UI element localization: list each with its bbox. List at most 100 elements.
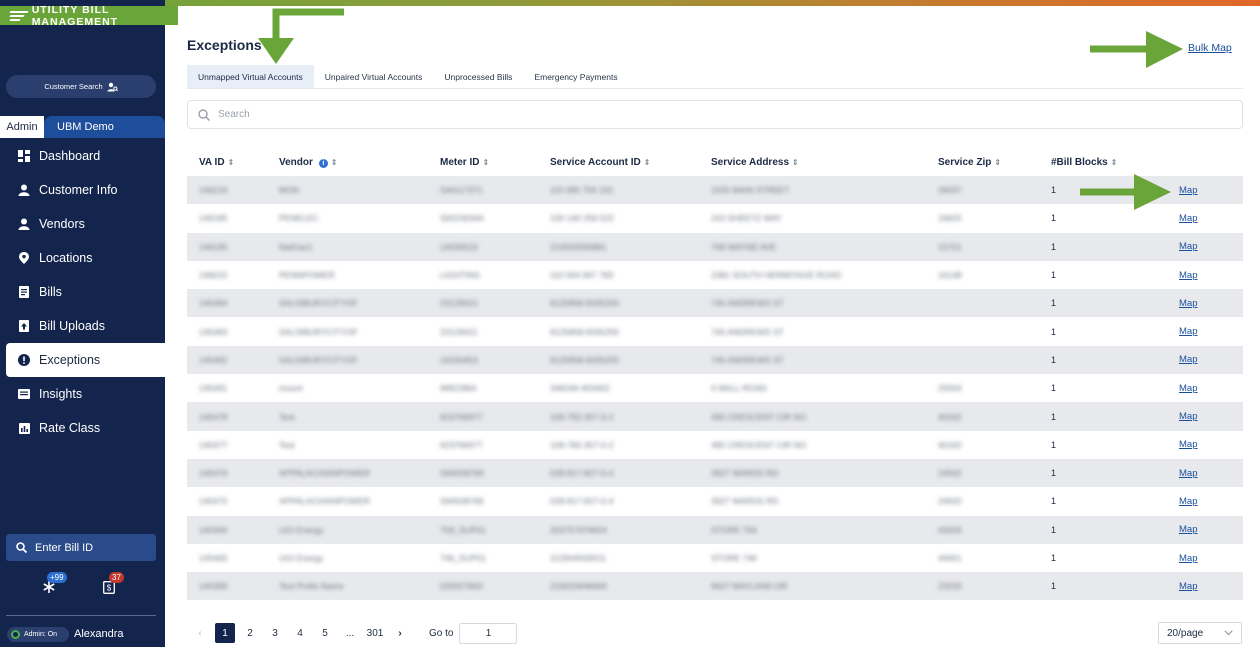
annotation-arrow-tabs-icon [258, 8, 344, 64]
va-id-cell: 146195 [199, 241, 228, 252]
sort-icon: ⇕ [1110, 157, 1118, 167]
bills-badge-count: 37 [109, 572, 124, 583]
va-id-cell: 145406 [199, 524, 228, 535]
meter-id-cell: 746_SUP01 [440, 553, 486, 563]
service-account-id-cell: 028-917-827-0-4 [550, 468, 614, 479]
action-cell: Map [1167, 204, 1243, 232]
sidebar-item-bill-uploads[interactable]: Bill Uploads [0, 309, 165, 343]
exclamation-icon [18, 354, 30, 366]
column-header-service-zip[interactable]: Service Zip ⇕ [926, 148, 1039, 176]
customer-search-button[interactable]: Customer Search [6, 75, 156, 98]
page-5-button[interactable]: 5 [315, 623, 335, 643]
bills-notification[interactable]: $ 37 [100, 572, 124, 596]
map-link[interactable]: Map [1179, 553, 1197, 564]
sidebar-item-label: Exceptions [39, 353, 101, 367]
map-link[interactable]: Map [1179, 524, 1197, 535]
bill-blocks-cell: 1 [1051, 411, 1057, 422]
meter-id-cell: LIGHTING [440, 270, 481, 281]
brand-logo-icon [9, 10, 29, 21]
map-link[interactable]: Map [1179, 241, 1197, 252]
page-1-button[interactable]: 1 [215, 623, 235, 643]
sidebar-item-dashboard[interactable]: Dashboard [0, 139, 165, 173]
service-address-cell: 3927 WARDS RD [711, 496, 779, 507]
service-account-id-cell: 9125858-9335255 [550, 354, 620, 365]
sidebar-item-label: Customer Info [39, 183, 118, 197]
va-id-cell: 145475 [199, 496, 228, 507]
meter-id-cell: S44117371 [440, 185, 483, 196]
sidebar-item-label: Bills [39, 285, 62, 299]
page-ellipsis[interactable]: ... [340, 623, 360, 643]
bill-blocks-cell: 1 [1051, 270, 1057, 281]
goto-page-input[interactable] [459, 622, 518, 644]
search-input[interactable] [218, 109, 1118, 120]
tab-admin[interactable]: Admin [0, 116, 44, 138]
va-id-cell: 145476 [199, 468, 228, 479]
vendor-cell: SALISBURYCITYOF [279, 298, 358, 309]
service-account-id-cell: 028-917-827-0-4 [550, 496, 614, 507]
page-2-button[interactable]: 2 [240, 623, 260, 643]
service-address-cell: 495 CRESCENT CIR NO [711, 411, 807, 422]
tab-unmapped-virtual-accounts[interactable]: Unmapped Virtual Accounts [187, 65, 314, 88]
bill-blocks-cell: 1 [1051, 553, 1057, 563]
meter-id-cell: S94508769 [440, 496, 484, 507]
map-link[interactable]: Map [1179, 185, 1197, 196]
map-link[interactable]: Map [1179, 411, 1197, 422]
service-account-id-cell: 100 140 259 522 [550, 213, 614, 224]
table-row: 145406 UGI Energy 759_SUP01 203757976654 STO… [187, 515, 1243, 544]
page-last-button[interactable]: 301 [365, 623, 385, 643]
vendor-cell: MON [279, 185, 299, 196]
map-link[interactable]: Map [1179, 354, 1197, 365]
asterisk-notification[interactable]: +99 [38, 572, 67, 596]
column-header-va-id[interactable]: VA ID ⇕ [187, 148, 267, 176]
page-4-button[interactable]: 4 [290, 623, 310, 643]
map-link[interactable]: Map [1179, 581, 1197, 592]
map-link[interactable]: Map [1179, 270, 1197, 281]
map-link[interactable]: Map [1179, 468, 1197, 479]
action-cell: Map [1167, 572, 1243, 600]
sidebar-item-insights[interactable]: Insights [0, 377, 165, 411]
notification-badges: +99 $ 37 [0, 572, 165, 600]
service-account-id-cell: 110 085 704 102 [550, 185, 614, 196]
admin-mode-toggle[interactable]: Admin: On [7, 627, 69, 642]
table-row: 146195 PENELEC S00230344 100 140 259 522 243… [187, 204, 1243, 233]
column-header-bill-blocks[interactable]: #Bill Blocks ⇕ [1039, 148, 1167, 176]
action-cell: Map [1167, 261, 1243, 289]
bill-blocks-cell: 1 [1051, 326, 1057, 337]
table-body: 146219 MON S44117371 110 085 704 102 1025 MA… [187, 176, 1243, 601]
page-size-select[interactable]: 20/page [1158, 622, 1242, 644]
column-header-service-address[interactable]: Service Address ⇕ [699, 148, 926, 176]
sidebar-item-locations[interactable]: Locations [0, 241, 165, 275]
tab-unpaired-virtual-accounts[interactable]: Unpaired Virtual Accounts [314, 65, 434, 88]
column-header-vendor[interactable]: Vendor i ⇕ [267, 148, 428, 176]
action-cell: Map [1167, 402, 1243, 430]
bulk-map-link[interactable]: Bulk Map [1188, 42, 1232, 54]
next-page-button[interactable]: › [390, 623, 410, 643]
info-icon[interactable]: i [318, 158, 328, 168]
insights-icon [18, 388, 30, 400]
map-link[interactable]: Map [1179, 298, 1197, 309]
bill-blocks-cell: 1 [1051, 439, 1057, 450]
va-id-cell: 146195 [199, 213, 228, 224]
top-accent-bar [0, 0, 1260, 6]
map-link[interactable]: Map [1179, 326, 1197, 337]
sidebar-item-vendors[interactable]: Vendors [0, 207, 165, 241]
bill-id-search-input[interactable]: Enter Bill ID [6, 534, 156, 561]
tab-unprocessed-bills[interactable]: Unprocessed Bills [433, 65, 523, 88]
map-link[interactable]: Map [1179, 213, 1197, 224]
sidebar-item-label: Insights [39, 387, 83, 401]
service-address-cell: 495 CRESCENT CIR NO [711, 439, 807, 450]
tab-ubm-demo[interactable]: UBM Demo [44, 116, 165, 138]
column-header-meter-id[interactable]: Meter ID ⇕ [428, 148, 538, 176]
map-link[interactable]: Map [1179, 383, 1197, 394]
sidebar-item-rate-class[interactable]: Rate Class [0, 411, 165, 445]
map-link[interactable]: Map [1179, 496, 1197, 507]
map-link[interactable]: Map [1179, 439, 1197, 450]
sidebar-item-customer-info[interactable]: Customer Info [0, 173, 165, 207]
sidebar-item-bills[interactable]: Bills [0, 275, 165, 309]
brand-banner: UTILITY BILL MANAGEMENT [0, 4, 178, 28]
column-header-service-account-id[interactable]: Service Account ID ⇕ [538, 148, 699, 176]
sidebar-item-exceptions[interactable]: Exceptions [6, 343, 165, 377]
prev-page-button[interactable]: ‹ [190, 623, 210, 643]
page-3-button[interactable]: 3 [265, 623, 285, 643]
tab-emergency-payments[interactable]: Emergency Payments [523, 65, 628, 88]
